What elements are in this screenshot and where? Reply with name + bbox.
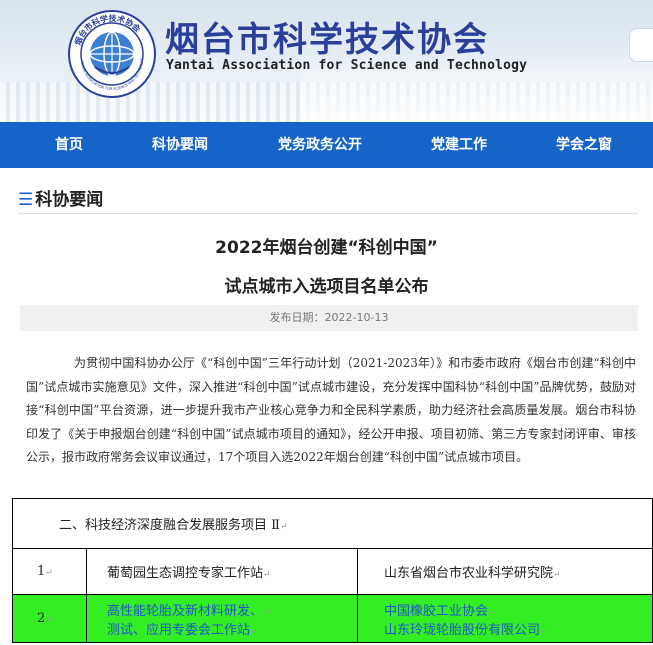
- section-heading: ☰ 科协要闻: [18, 185, 103, 210]
- project-org: 山东省烟台市农业科学研究院: [384, 566, 554, 581]
- project-name: 葡萄园生态调控专家工作站: [107, 566, 264, 581]
- table-section-row: 二、科技经济深度融合发展服务项目 Ⅱ↵: [12, 498, 653, 549]
- table-row: 1↵ 葡萄园生态调控专家工作站↵ 山东省烟台市农业科学研究院↵: [12, 548, 653, 595]
- nav-item-societies[interactable]: 学会之窗: [556, 122, 612, 168]
- nav-item-party-affairs[interactable]: 党务政务公开: [278, 122, 362, 168]
- section-label: 科协要闻: [35, 190, 104, 210]
- nav-item-home[interactable]: 首页: [55, 122, 83, 168]
- pubdate-bar: 发布日期：2022-10-13: [20, 305, 638, 331]
- pubdate: 发布日期：2022-10-13: [269, 311, 389, 324]
- site-subtitle: Yantai Association for Science and Techn…: [166, 58, 528, 73]
- project-org-line2: 山东玲珑轮胎股份有限公司: [384, 622, 541, 638]
- site-logo[interactable]: 烟台市科学技术协会 YANTAI ASSOCIATION FOR SCIENCE…: [67, 9, 157, 99]
- table-section-heading: 二、科技经济深度融合发展服务项目 Ⅱ: [59, 518, 280, 533]
- site-title: 烟台市科学技术协会: [165, 20, 489, 60]
- site-header: 烟台市科学技术协会 YANTAI ASSOCIATION FOR SCIENCE…: [0, 0, 653, 122]
- article-body: 为贯彻中国科协办公厅《“科创中国”三年行动计划（2021-2023年）》和市委市…: [26, 356, 636, 464]
- article-title-line2: 试点城市入选项目名单公布: [224, 277, 429, 297]
- project-name-line2: 测试、应用专委会工作站: [107, 622, 251, 638]
- main-nav: 首页 科协要闻 党务政务公开 党建工作 学会之窗: [0, 122, 653, 168]
- section-marker-icon: ☰: [18, 190, 34, 210]
- section-divider: [18, 213, 638, 214]
- article-title-line1: 2022年烟台创建“科创中国”: [215, 238, 438, 258]
- search-box[interactable]: [629, 28, 653, 62]
- project-name-line1: 高性能轮胎及新材料研发、: [107, 603, 264, 619]
- nav-item-news[interactable]: 科协要闻: [152, 122, 208, 168]
- table-row: 2↵ 高性能轮胎及新材料研发、↵ 测试、应用专委会工作站↵ 中国橡胶工业协会↵ …: [12, 594, 653, 643]
- project-table: 二、科技经济深度融合发展服务项目 Ⅱ↵ 1↵ 葡萄园生态调控专家工作站↵ 山东省…: [12, 498, 653, 643]
- nav-item-party-building[interactable]: 党建工作: [431, 122, 487, 168]
- project-org-line1: 中国橡胶工业协会: [384, 603, 489, 619]
